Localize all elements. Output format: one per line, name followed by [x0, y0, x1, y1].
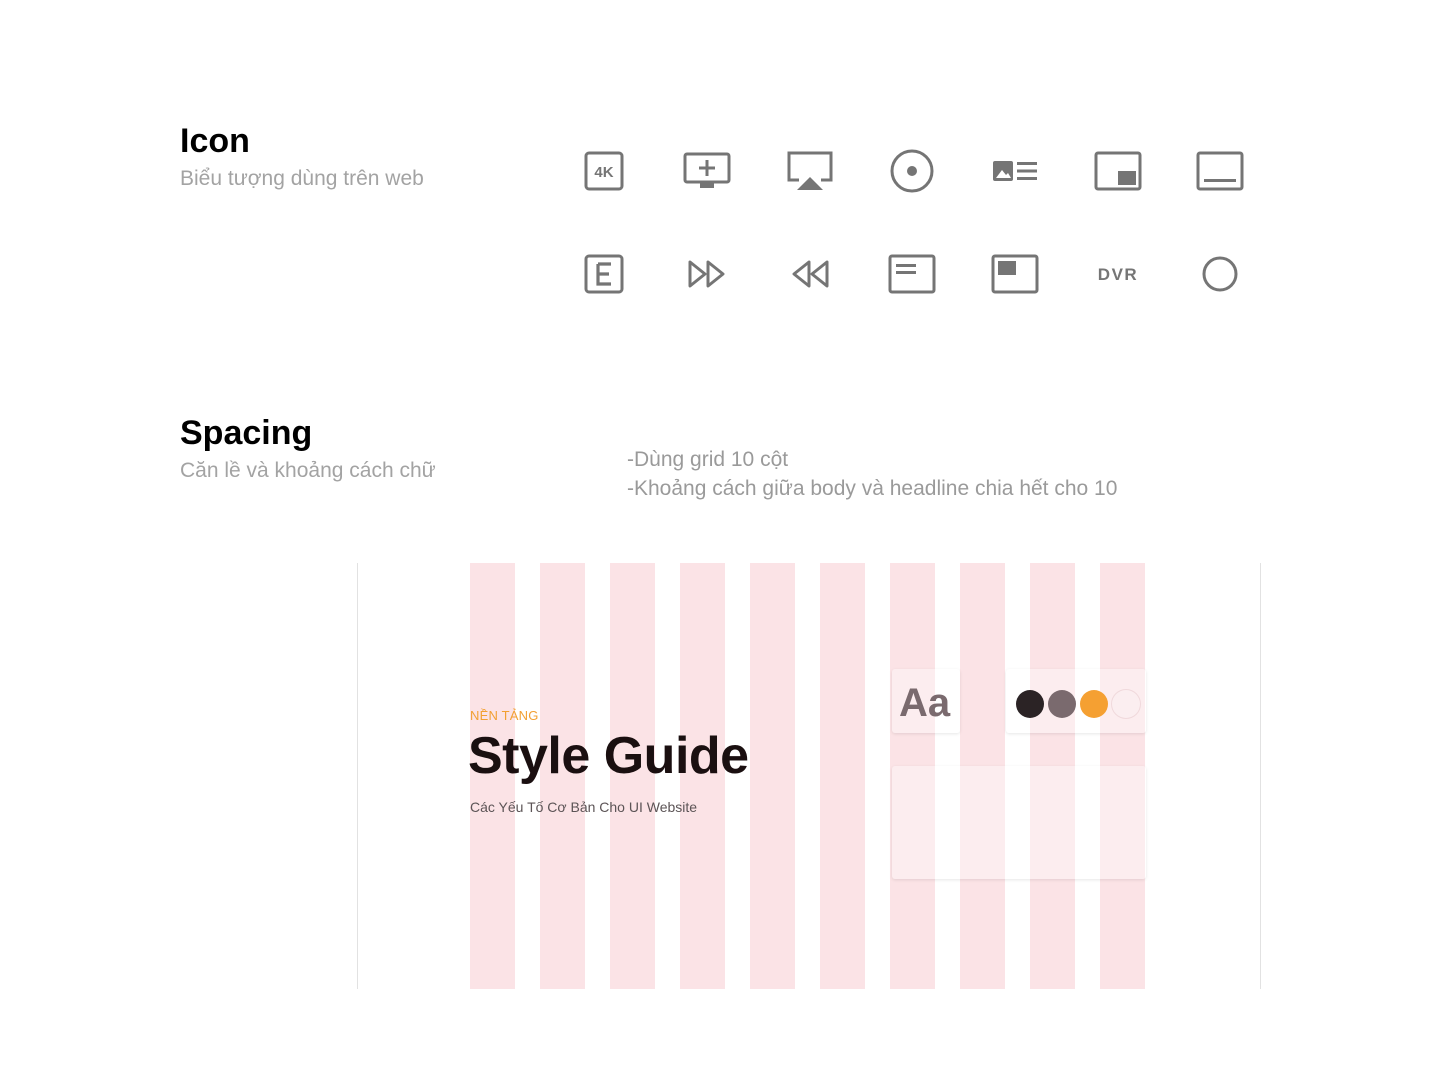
preview-eyebrow: NỀN TẢNG	[470, 708, 539, 723]
preview-headline: Style Guide	[468, 727, 749, 785]
grid-column	[750, 563, 795, 989]
preview-subheadline: Các Yếu Tố Cơ Bản Cho UI Website	[470, 799, 698, 815]
spacing-note-grid: -Dùng grid 10 cột	[627, 448, 789, 471]
explicit-icon	[574, 244, 634, 304]
typography-card: Aa	[892, 669, 960, 733]
spacing-section-subtitle: Căn lề và khoảng cách chữ	[180, 459, 436, 482]
grid-column	[820, 563, 865, 989]
content-placeholder-card	[892, 766, 1146, 879]
palette-swatch-dark	[1016, 690, 1044, 718]
type-sample: Aa	[899, 681, 951, 725]
art-track-icon	[985, 141, 1045, 201]
palette-swatch-orange	[1080, 690, 1108, 718]
4k-icon: 4K	[574, 141, 634, 201]
circle-icon	[1190, 244, 1250, 304]
spacing-section-title: Spacing	[180, 414, 313, 452]
4k-label: 4K	[594, 164, 613, 181]
color-palette-card	[1006, 669, 1146, 733]
palette-swatch-light	[1112, 690, 1140, 718]
palette-swatch-mauve	[1048, 690, 1076, 718]
fast-rewind-icon	[780, 244, 840, 304]
airplay-icon	[780, 141, 840, 201]
fast-forward-icon	[677, 244, 737, 304]
icon-section-subtitle: Biểu tượng dùng trên web	[180, 167, 424, 190]
subtitles-icon	[1190, 141, 1250, 201]
featured-video-icon	[985, 244, 1045, 304]
icon-section-title: Icon	[180, 122, 250, 160]
dvr-label: DVR	[1098, 265, 1138, 284]
add-to-queue-icon	[677, 141, 737, 201]
dvr-icon: DVR	[1088, 244, 1148, 304]
picture-in-picture-icon	[1088, 141, 1148, 201]
featured-play-list-icon	[882, 244, 942, 304]
spacing-note-headline: -Khoảng cách giữa body và headline chia …	[627, 477, 1118, 500]
album-icon	[882, 141, 942, 201]
